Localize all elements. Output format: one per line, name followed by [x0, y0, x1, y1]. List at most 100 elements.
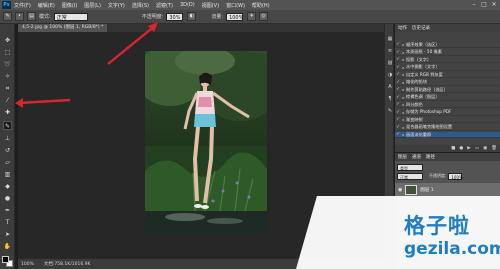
new-action-icon[interactable]: ▣	[483, 146, 487, 151]
menu-edit[interactable]: 编辑(E)	[38, 2, 55, 9]
minimize-button[interactable]: –	[470, 1, 478, 9]
path-select-tool-icon[interactable]: ➤	[3, 230, 12, 239]
layer-kind-select[interactable]: 类型	[397, 163, 423, 171]
stamp-tool-icon[interactable]: ⊥	[3, 134, 12, 143]
photoshop-logo: Ps	[2, 1, 11, 9]
tab-paths[interactable]: 路径	[426, 154, 435, 160]
dodge-tool-icon[interactable]: ●	[3, 194, 12, 203]
brush-tool-icon[interactable]: ✎	[3, 121, 12, 130]
menu-filter[interactable]: 滤镜(T)	[156, 2, 173, 9]
delete-icon[interactable]: 🗑	[491, 146, 497, 151]
menu-select[interactable]: 选择(S)	[132, 2, 149, 9]
layer-filter-row: 类型	[397, 163, 423, 171]
tab-history[interactable]: 历史记录	[412, 25, 430, 31]
blur-tool-icon[interactable]: ◆	[3, 182, 12, 191]
eyedropper-tool-icon[interactable]: ⁄	[3, 96, 12, 105]
flow-label: 流量:	[211, 14, 224, 20]
properties-panel-icon[interactable]: ≡	[387, 48, 393, 54]
paragraph-panel-icon[interactable]: ¶	[387, 96, 393, 102]
options-bar: ✎ • ▤ 模式: 正常 不透明度: 30% ◐ 流量: 100% ✈ ◎	[0, 10, 500, 24]
quick-select-tool-icon[interactable]: ✧	[3, 72, 12, 81]
brush-size-icon[interactable]: •	[15, 12, 24, 21]
eraser-tool-icon[interactable]: ▱	[3, 158, 12, 167]
mode-select[interactable]: 正常	[53, 12, 88, 21]
document-tab[interactable]: 4,5-2.jpg @ 100% (图层 1, RGB/8*) *	[18, 24, 108, 32]
actions-list: ✓ ▸ 顺序效果（选区） ✓ ▸ 木质画框 - 50 像素 ✓ ▸ 投影（文字） ✓ ▸ 水中倒…	[395, 32, 500, 145]
hand-tool-icon[interactable]: ✋	[3, 242, 12, 251]
layer-blend-mode-select[interactable]: 正常	[397, 172, 423, 180]
menu-window[interactable]: 窗口(W)	[226, 2, 245, 9]
action-item[interactable]: ✓ ▸ 渐变映射	[395, 117, 500, 124]
tab-layers[interactable]: 图层	[398, 154, 407, 160]
action-item[interactable]: ✓ ▸ 混合器画笔克隆绘图设置	[395, 124, 500, 131]
action-item-selected[interactable]: ✓ ▸ 画面淡化重照	[395, 132, 500, 139]
document-photo[interactable]	[145, 51, 267, 234]
action-item[interactable]: ✓ ▸ 木质画框 - 50 像素	[395, 49, 500, 56]
menu-view[interactable]: 视图(V)	[202, 2, 219, 9]
action-item[interactable]: ✓ ▸ 水中倒影（文字）	[395, 64, 500, 71]
actions-panel: 动作 历史记录 ✓ ▸ 顺序效果（选区） ✓ ▸ 木质画框 - 50 像素 ✓ ▸ 投影（文…	[395, 24, 500, 152]
record-icon[interactable]: ●	[459, 146, 463, 151]
crop-tool-icon[interactable]: ⌗	[3, 84, 12, 93]
watermark-title: 格子啦	[404, 214, 470, 238]
airbrush-icon[interactable]: ✈	[247, 12, 257, 21]
photo-image	[145, 51, 267, 234]
opacity-input[interactable]: 30%	[166, 12, 184, 21]
menu-bar: Ps 文件(F) 编辑(E) 图像(I) 图层(L) 文字(Y) 选择(S) 滤…	[0, 0, 500, 10]
pressure-opacity-icon[interactable]: ◐	[187, 12, 197, 21]
actions-panel-footer: ■ ● ▶ ▭ ▣ 🗑	[395, 145, 500, 152]
brush-preset-icon[interactable]: ✎	[3, 12, 12, 21]
action-item[interactable]: ✓ ▸ 自定义 RGB 到灰度	[395, 72, 500, 79]
action-item[interactable]: ✓ ▸ 投影（文字）	[395, 57, 500, 64]
watermark-url: gezila.com	[404, 239, 500, 259]
layer-row[interactable]: ◉ 图层 1	[395, 183, 500, 196]
mode-label: 模式:	[39, 14, 51, 20]
document-info[interactable]: 文档:758.1K/1016.9K	[44, 261, 91, 267]
move-tool-icon[interactable]: ✥	[3, 36, 12, 45]
marquee-tool-icon[interactable]: ⬚	[3, 48, 12, 57]
tab-channels[interactable]: 通道	[412, 154, 421, 160]
maximize-button[interactable]: □	[480, 1, 488, 9]
layer-blend-row: 正常 不透明度: 100%	[397, 172, 463, 180]
brush-panel-icon[interactable]: ▤	[27, 12, 36, 21]
flow-input[interactable]: 100%	[226, 12, 243, 21]
toolbox: ✥ ⬚ ➰ ✧ ⌗ ⁄ ✚ ✎ ⊥ ↺ ▱ ▥ ◆ ● ✒ T ➤ ✋	[0, 24, 15, 269]
pressure-size-icon[interactable]: ◎	[259, 12, 269, 21]
character-panel-icon[interactable]: A	[387, 84, 393, 90]
type-tool-icon[interactable]: T	[3, 218, 12, 227]
action-item[interactable]: ✓ ▸ 存储为 Photoshop PDF	[395, 109, 500, 116]
adjustments-panel-icon[interactable]: ◑	[387, 72, 393, 78]
zoom-level[interactable]: 100%	[21, 262, 34, 267]
gradient-tool-icon[interactable]: ▥	[3, 170, 12, 179]
action-item[interactable]: ✓ ▸ 熔化的铅块	[395, 79, 500, 86]
menu-3d[interactable]: 3D(D)	[180, 2, 195, 8]
layer-opacity-input[interactable]: 100%	[448, 172, 463, 180]
menu-layer[interactable]: 图层(L)	[84, 2, 101, 9]
pen-tool-icon[interactable]: ✒	[3, 206, 12, 215]
brush-panel-icon[interactable]: ✎	[387, 108, 393, 114]
history-brush-tool-icon[interactable]: ↺	[3, 146, 12, 155]
action-item[interactable]: ✓ ▸ 制作剪贴路径（选区）	[395, 87, 500, 94]
visibility-eye-icon[interactable]: ◉	[398, 187, 402, 193]
layer-opacity-label: 不透明度:	[429, 173, 447, 178]
lasso-tool-icon[interactable]: ➰	[3, 60, 12, 69]
swatches-panel-icon[interactable]: ▨	[387, 60, 393, 66]
actions-panel-tabs: 动作 历史记录	[395, 24, 500, 32]
action-item[interactable]: ✓ ▸ 顺序效果（选区）	[395, 42, 500, 49]
action-item[interactable]: ✓ ▸ 棕褐色调（图层）	[395, 94, 500, 101]
close-button[interactable]: ✕	[490, 1, 498, 9]
healing-tool-icon[interactable]: ✚	[3, 108, 12, 117]
foreground-color-swatch[interactable]	[2, 256, 9, 263]
new-set-icon[interactable]: ▭	[475, 146, 479, 151]
tab-actions[interactable]: 动作	[398, 25, 407, 31]
history-panel-icon[interactable]: ▦	[387, 36, 393, 42]
document-tabs: 4,5-2.jpg @ 100% (图层 1, RGB/8*) *	[18, 24, 384, 32]
action-item[interactable]: ✓ ▸ 四分颜色	[395, 102, 500, 109]
play-icon[interactable]: ▶	[467, 146, 470, 151]
menu-image[interactable]: 图像(I)	[62, 2, 77, 9]
menu-type[interactable]: 文字(Y)	[108, 2, 125, 9]
menu-file[interactable]: 文件(F)	[14, 2, 31, 9]
layer-thumbnail	[405, 184, 418, 195]
stop-icon[interactable]: ■	[451, 146, 455, 151]
menu-help[interactable]: 帮助(H)	[252, 2, 270, 9]
